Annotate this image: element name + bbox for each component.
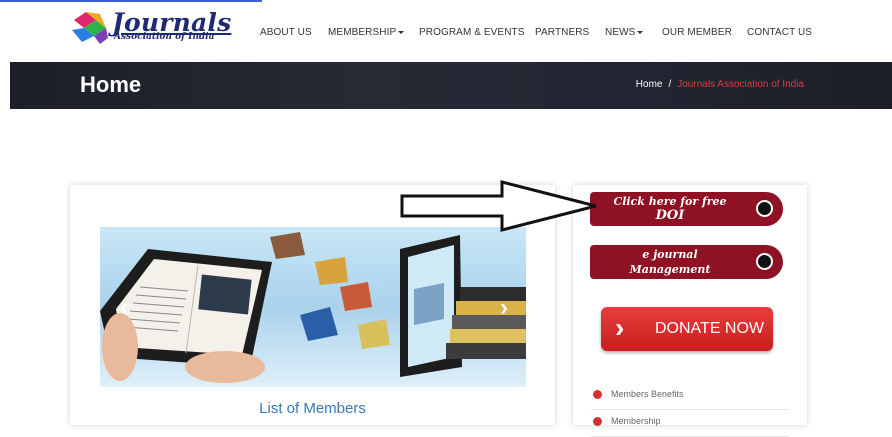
radio-dot-icon — [756, 200, 773, 217]
page-banner: Home Home / Journals Association of India — [10, 62, 892, 109]
bullet-icon — [593, 390, 602, 399]
radio-dot-icon — [756, 253, 773, 270]
sidebar-link-members-benefits[interactable]: Members Benefits — [591, 383, 789, 410]
chevron-right-icon: › — [615, 312, 625, 343]
ejournal-line1: e journal — [642, 248, 698, 261]
nav-membership[interactable]: MEMBERSHIP — [328, 27, 405, 38]
sidebar-link-list: Members Benefits Membership — [591, 383, 789, 437]
breadcrumb: Home / Journals Association of India — [636, 79, 804, 90]
caret-down-icon — [637, 30, 644, 34]
free-doi-button[interactable]: Click here for free DOI — [590, 192, 783, 226]
sidebar-card: Click here for free DOI e journal Manage… — [573, 185, 807, 437]
slider-illustration — [100, 232, 526, 383]
sidebar-link-membership[interactable]: Membership — [591, 410, 789, 437]
breadcrumb-separator: / — [668, 79, 672, 90]
logo-mark-icon — [72, 12, 108, 44]
ejournal-line2: Management — [629, 263, 711, 276]
slider-caption-link[interactable]: List of Members — [70, 400, 555, 417]
nav-about-us[interactable]: ABOUT US — [260, 27, 312, 38]
site-logo[interactable]: Journals Association of India — [70, 8, 232, 46]
sidebar-link-label: Membership — [611, 416, 661, 426]
slider-next-button[interactable]: › — [500, 294, 508, 322]
top-accent-line — [0, 0, 262, 2]
sidebar-link-label: Members Benefits — [611, 389, 684, 399]
image-slider[interactable]: ‹ › — [100, 227, 526, 387]
bullet-icon — [593, 417, 602, 426]
nav-partners[interactable]: PARTNERS — [535, 27, 589, 38]
nav-contact-us[interactable]: CONTACT US — [747, 27, 812, 38]
breadcrumb-home[interactable]: Home — [636, 79, 663, 90]
page-title: Home — [80, 72, 142, 97]
arrow-pointer-icon — [400, 180, 597, 232]
donate-now-label: DONATE NOW — [655, 320, 765, 337]
nav-news[interactable]: NEWS — [605, 27, 644, 38]
breadcrumb-current: Journals Association of India — [677, 79, 804, 90]
ejournal-management-button[interactable]: e journal Management — [590, 245, 783, 279]
nav-our-member[interactable]: OUR MEMBER — [662, 27, 732, 38]
nav-program-events[interactable]: PROGRAM & EVENTS — [419, 27, 525, 38]
free-doi-line1: Click here for free — [613, 195, 727, 208]
donate-now-button[interactable]: › DONATE NOW — [601, 307, 773, 351]
slider-prev-button[interactable]: ‹ — [120, 294, 128, 322]
caret-down-icon — [398, 30, 405, 34]
logo-subtitle: Association of India — [114, 32, 215, 42]
free-doi-line2: DOI — [655, 208, 685, 223]
